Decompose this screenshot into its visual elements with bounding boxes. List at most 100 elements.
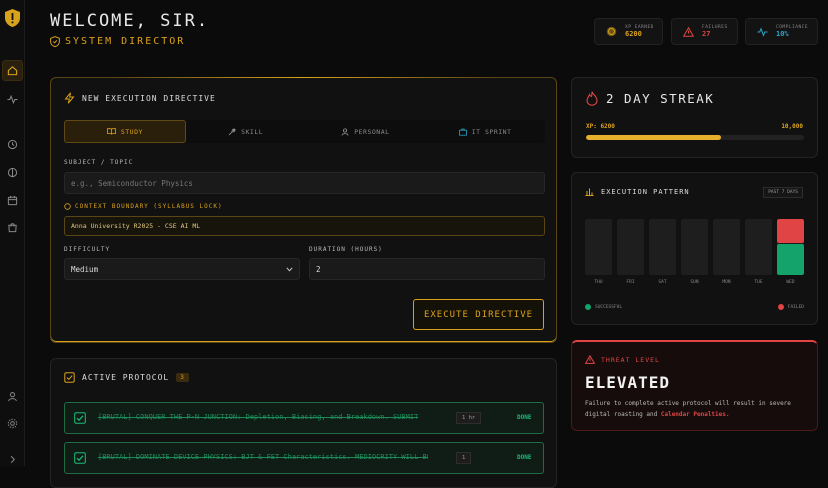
calendar-icon[interactable] bbox=[2, 190, 23, 211]
home-icon[interactable] bbox=[2, 60, 23, 81]
duration-input[interactable]: 2 bbox=[309, 258, 545, 280]
tab-skill[interactable]: SKILL bbox=[186, 120, 306, 143]
day-label: FRI bbox=[626, 280, 635, 285]
day-label: SAT bbox=[658, 280, 667, 285]
checkbox-icon bbox=[64, 372, 75, 383]
day-bar-sat bbox=[649, 219, 676, 275]
subject-input[interactable]: e.g., Semiconductor Physics bbox=[64, 172, 545, 194]
tab-label: STUDY bbox=[120, 127, 143, 136]
compliance-stat: COMPLIANCE 10% bbox=[745, 18, 818, 45]
tab-label: SKILL bbox=[241, 127, 264, 136]
role-subtitle: SYSTEM DIRECTOR bbox=[50, 36, 185, 47]
task-text: [BRUTAL] DOMINATE DEVICE PHYSICS: BJT & … bbox=[98, 453, 428, 461]
activity-icon[interactable] bbox=[2, 89, 23, 110]
day-label: SUN bbox=[690, 280, 699, 285]
threat-message: Failure to complete active protocol will… bbox=[585, 398, 810, 420]
briefcase-icon bbox=[458, 128, 467, 136]
tab-it-sprint[interactable]: IT SPRINT bbox=[425, 120, 545, 143]
role-label: SYSTEM DIRECTOR bbox=[65, 36, 186, 47]
directive-title: NEW EXECUTION DIRECTIVE bbox=[82, 93, 216, 103]
task-text: [BRUTAL] CONQUER THE P-N JUNCTION: Deple… bbox=[98, 413, 419, 421]
context-boundary-input[interactable]: Anna University R2025 - CSE AI ML bbox=[64, 216, 545, 236]
failed-dot-icon bbox=[777, 304, 784, 310]
user-icon[interactable] bbox=[2, 386, 23, 407]
day-bar-tue bbox=[745, 219, 772, 275]
stat-value: 27 bbox=[702, 30, 711, 38]
task-item[interactable]: [BRUTAL] CONQUER THE P-N JUNCTION: Deple… bbox=[64, 402, 544, 434]
threat-message-line2: digital roasting and Calendar Penalties. bbox=[585, 409, 810, 420]
settings-gear-icon[interactable] bbox=[2, 413, 23, 434]
task-item[interactable]: [BRUTAL] DOMINATE DEVICE PHYSICS: BJT & … bbox=[64, 442, 544, 474]
success-segment bbox=[777, 244, 804, 275]
streak-title: 2 DAY STREAK bbox=[606, 91, 715, 106]
xp-earned-stat: XP EARNED 6200 bbox=[594, 18, 663, 45]
subject-label: SUBJECT / TOPIC bbox=[64, 159, 134, 166]
failures-stat: FAILURES 27 bbox=[671, 18, 738, 45]
day-bar-sun bbox=[681, 219, 708, 275]
bar-chart-icon bbox=[585, 188, 594, 196]
wrench-icon bbox=[228, 128, 236, 135]
duration-label: DURATION (HOURS) bbox=[309, 246, 383, 253]
history-icon[interactable] bbox=[2, 134, 23, 155]
xp-label: XP: 6200 bbox=[586, 123, 615, 130]
sidebar bbox=[0, 0, 25, 466]
boundary-label-row: CONTEXT BOUNDARY (SYLLABUS LOCK) bbox=[64, 203, 223, 210]
boundary-label: CONTEXT BOUNDARY (SYLLABUS LOCK) bbox=[75, 203, 223, 210]
streak-panel: 2 DAY STREAK XP: 6200 10,000 bbox=[571, 77, 818, 158]
day-label: TUE bbox=[754, 280, 763, 285]
chevron-down-icon bbox=[286, 267, 293, 272]
target-icon[interactable] bbox=[2, 162, 23, 183]
tab-label: IT SPRINT bbox=[471, 127, 512, 136]
shopping-bag-icon[interactable] bbox=[2, 217, 23, 238]
protocol-header: ACTIVE PROTOCOL 3 bbox=[64, 372, 189, 383]
threat-highlight: Calendar Penalties. bbox=[660, 411, 730, 418]
threat-message-line: Failure to complete active protocol will… bbox=[585, 400, 791, 407]
success-dot-icon bbox=[585, 304, 591, 310]
directive-panel: NEW EXECUTION DIRECTIVE STUDY SKILL PERS… bbox=[50, 77, 557, 343]
checked-box-icon[interactable] bbox=[74, 412, 86, 424]
day-bar-mon bbox=[713, 219, 740, 275]
execution-pattern-panel: EXECUTION PATTERN PAST 7 DAYS THU FRI SAT S… bbox=[571, 172, 818, 325]
legend-success-label: SUCCESSFUL bbox=[595, 304, 623, 310]
expand-chevron-icon[interactable] bbox=[2, 449, 23, 470]
directive-header: NEW EXECUTION DIRECTIVE bbox=[64, 92, 216, 104]
coin-icon bbox=[605, 26, 617, 38]
directive-tabs: STUDY SKILL PERSONAL IT SPRINT bbox=[64, 120, 545, 143]
shield-logo-icon bbox=[2, 6, 23, 29]
day-label: MON bbox=[722, 280, 731, 285]
difficulty-select[interactable]: Medium bbox=[64, 258, 300, 280]
threat-header: THREAT LEVEL bbox=[585, 355, 660, 364]
threat-level-value: ELEVATED bbox=[585, 373, 671, 392]
day-label: WED bbox=[786, 280, 795, 285]
xp-progress-fill bbox=[586, 135, 722, 140]
tab-label: PERSONAL bbox=[354, 127, 390, 136]
day-bar-wed bbox=[777, 219, 804, 275]
active-protocol-panel: ACTIVE PROTOCOL 3 [BRUTAL] CONQUER THE P… bbox=[50, 358, 557, 488]
legend-success: SUCCESSFUL bbox=[585, 304, 622, 310]
range-button[interactable]: PAST 7 DAYS bbox=[763, 187, 803, 198]
day-label: THU bbox=[594, 280, 603, 285]
difficulty-label: DIFFICULTY bbox=[64, 246, 111, 253]
day-bar-fri bbox=[617, 219, 644, 275]
target-circle-icon bbox=[64, 203, 71, 210]
threat-message-text: digital roasting and bbox=[585, 411, 661, 418]
warning-icon bbox=[682, 26, 694, 38]
day-bar-thu bbox=[585, 219, 612, 275]
pattern-title: EXECUTION PATTERN bbox=[601, 187, 690, 196]
shield-icon bbox=[50, 36, 60, 47]
task-status: DONE bbox=[517, 414, 532, 421]
tab-study[interactable]: STUDY bbox=[64, 120, 186, 143]
checked-box-icon[interactable] bbox=[74, 452, 86, 464]
task-duration: 1 bbox=[456, 452, 472, 464]
lightning-icon bbox=[64, 92, 75, 104]
legend-failed-label: FAILED bbox=[787, 304, 804, 310]
tab-personal[interactable]: PERSONAL bbox=[306, 120, 426, 143]
difficulty-value: Medium bbox=[71, 264, 99, 274]
person-icon bbox=[341, 127, 349, 136]
pattern-header: EXECUTION PATTERN bbox=[585, 187, 690, 196]
threat-label: THREAT LEVEL bbox=[601, 355, 660, 364]
execute-directive-button[interactable]: EXECUTE DIRECTIVE bbox=[413, 299, 544, 330]
xp-max: 10,000 bbox=[781, 123, 803, 130]
book-icon bbox=[106, 128, 116, 135]
protocol-count-badge: 3 bbox=[176, 373, 189, 382]
